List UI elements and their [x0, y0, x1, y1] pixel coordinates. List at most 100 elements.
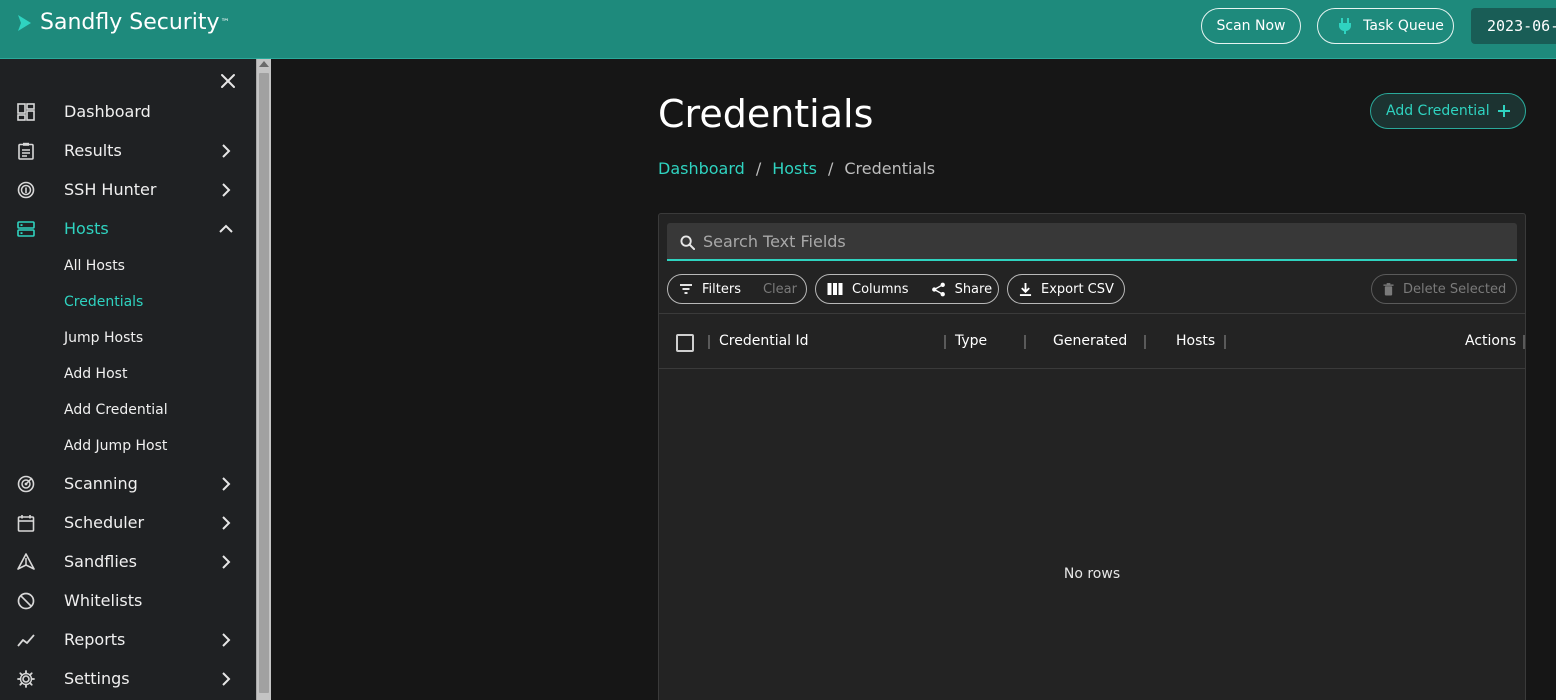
- plus-icon: [1498, 105, 1510, 117]
- search-icon: [680, 235, 695, 250]
- clipboard-icon: [18, 142, 34, 160]
- search-input[interactable]: [703, 223, 1503, 259]
- share-button[interactable]: Share: [920, 275, 998, 303]
- column-separator[interactable]: [944, 335, 946, 349]
- sidebar-item-label: Whitelists: [64, 591, 143, 610]
- gear-icon: [17, 669, 35, 688]
- task-queue-label: Task Queue: [1363, 18, 1444, 34]
- trend-icon: [17, 633, 35, 647]
- sidebar-item-hosts[interactable]: Hosts: [0, 209, 256, 248]
- breadcrumb-hosts[interactable]: Hosts: [772, 159, 817, 178]
- column-separator[interactable]: [1144, 335, 1146, 349]
- columns-icon: [827, 283, 843, 295]
- sidebar-scrollbar[interactable]: [256, 59, 271, 700]
- scrollbar-thumb[interactable]: [259, 73, 269, 693]
- sidebar-item-label: SSH Hunter: [64, 180, 157, 199]
- sidebar-item-scanning[interactable]: Scanning: [0, 464, 256, 503]
- dashboard-icon: [17, 102, 35, 121]
- sidebar-subitem-jump-hosts[interactable]: Jump Hosts: [64, 330, 143, 346]
- sidebar: Dashboard Results SSH Hunter Hosts All H…: [0, 59, 256, 700]
- column-separator[interactable]: [1523, 335, 1525, 349]
- sidebar-item-label: Reports: [64, 630, 126, 649]
- clear-button[interactable]: Clear: [752, 275, 806, 303]
- select-all-checkbox[interactable]: [676, 334, 694, 352]
- export-csv-label: Export CSV: [1041, 281, 1114, 297]
- scan-now-button[interactable]: Scan Now: [1201, 8, 1301, 44]
- plug-icon: [1339, 18, 1352, 34]
- share-icon: [931, 282, 945, 296]
- chevron-right-icon: [222, 671, 231, 686]
- block-icon: [17, 592, 35, 609]
- chevron-right-icon: [222, 143, 231, 158]
- scroll-up-arrow-icon[interactable]: [259, 61, 269, 67]
- sidebar-item-scheduler[interactable]: Scheduler: [0, 503, 256, 542]
- add-credential-label: Add Credential: [1386, 103, 1490, 119]
- download-icon: [1019, 282, 1032, 296]
- column-header-actions[interactable]: Actions: [1465, 333, 1516, 349]
- delete-selected-button[interactable]: Delete Selected: [1372, 275, 1516, 303]
- sidebar-subitem-add-jump-host[interactable]: Add Jump Host: [64, 438, 167, 454]
- sidebar-subitem-all-hosts[interactable]: All Hosts: [64, 258, 125, 274]
- column-header-type[interactable]: Type: [955, 333, 987, 349]
- column-separator[interactable]: [1024, 335, 1026, 349]
- breadcrumb-separator: /: [827, 159, 834, 178]
- filter-icon: [680, 284, 692, 294]
- columns-button[interactable]: Columns: [816, 275, 920, 303]
- delete-group: Delete Selected: [1371, 274, 1517, 304]
- column-header-credential-id[interactable]: Credential Id: [719, 333, 809, 349]
- chevron-right-icon: [222, 476, 231, 491]
- sidebar-item-label: Results: [64, 141, 122, 160]
- top-bar: Sandfly Security ™ Scan Now Task Queue 20…: [0, 0, 1556, 59]
- empty-state-text: No rows: [1063, 566, 1121, 582]
- sidebar-item-whitelists[interactable]: Whitelists: [0, 581, 256, 620]
- sidebar-item-sandflies[interactable]: Sandflies: [0, 542, 256, 581]
- sidebar-item-results[interactable]: Results: [0, 131, 256, 170]
- add-credential-button[interactable]: Add Credential: [1370, 93, 1526, 129]
- filters-button[interactable]: Filters: [668, 275, 752, 303]
- server-icon: [17, 220, 35, 237]
- date-display: 2023-06-: [1471, 8, 1556, 44]
- trash-icon: [1383, 282, 1394, 295]
- column-header-generated[interactable]: Generated: [1053, 333, 1127, 349]
- task-queue-button[interactable]: Task Queue: [1317, 8, 1454, 44]
- sandfly-icon: [17, 552, 35, 570]
- sidebar-item-label: Scanning: [64, 474, 138, 493]
- column-separator[interactable]: [708, 335, 710, 349]
- export-csv-button[interactable]: Export CSV: [1008, 275, 1124, 303]
- sidebar-item-label: Sandflies: [64, 552, 137, 571]
- breadcrumb-current: Credentials: [844, 159, 936, 178]
- search-box[interactable]: [667, 223, 1517, 261]
- export-group: Export CSV: [1007, 274, 1125, 304]
- sidebar-item-reports[interactable]: Reports: [0, 620, 256, 659]
- sidebar-item-label: Hosts: [64, 219, 109, 238]
- filters-group: Filters Clear: [667, 274, 807, 304]
- brand-logo[interactable]: Sandfly Security ™: [16, 10, 230, 35]
- filters-label: Filters: [702, 281, 741, 297]
- column-header-hosts[interactable]: Hosts: [1176, 333, 1215, 349]
- sidebar-item-label: Dashboard: [64, 102, 151, 121]
- fingerprint-icon: [17, 181, 35, 198]
- sidebar-subitem-credentials[interactable]: Credentials: [64, 294, 143, 310]
- breadcrumb-separator: /: [755, 159, 762, 178]
- chevron-up-icon: [219, 224, 233, 233]
- table-header: Credential Id Type Generated Hosts Actio…: [659, 313, 1525, 369]
- sidebar-item-label: Settings: [64, 669, 130, 688]
- chevron-right-icon: [222, 182, 231, 197]
- breadcrumb: Dashboard / Hosts / Credentials: [658, 159, 935, 178]
- sidebar-item-ssh-hunter[interactable]: SSH Hunter: [0, 170, 256, 209]
- columns-share-group: Columns Share: [815, 274, 999, 304]
- breadcrumb-dashboard[interactable]: Dashboard: [658, 159, 745, 178]
- chevron-right-icon: [222, 554, 231, 569]
- brand-trademark: ™: [220, 17, 230, 28]
- columns-label: Columns: [852, 281, 909, 297]
- chevron-logo-icon: [18, 14, 31, 31]
- sidebar-item-dashboard[interactable]: Dashboard: [0, 92, 256, 131]
- close-icon[interactable]: [218, 71, 238, 91]
- page-title: Credentials: [658, 92, 874, 136]
- sidebar-subitem-add-credential[interactable]: Add Credential: [64, 402, 168, 418]
- radar-icon: [17, 475, 35, 492]
- column-separator[interactable]: [1224, 335, 1226, 349]
- sidebar-item-settings[interactable]: Settings: [0, 659, 256, 698]
- sidebar-subitem-add-host[interactable]: Add Host: [64, 366, 127, 382]
- chevron-right-icon: [222, 632, 231, 647]
